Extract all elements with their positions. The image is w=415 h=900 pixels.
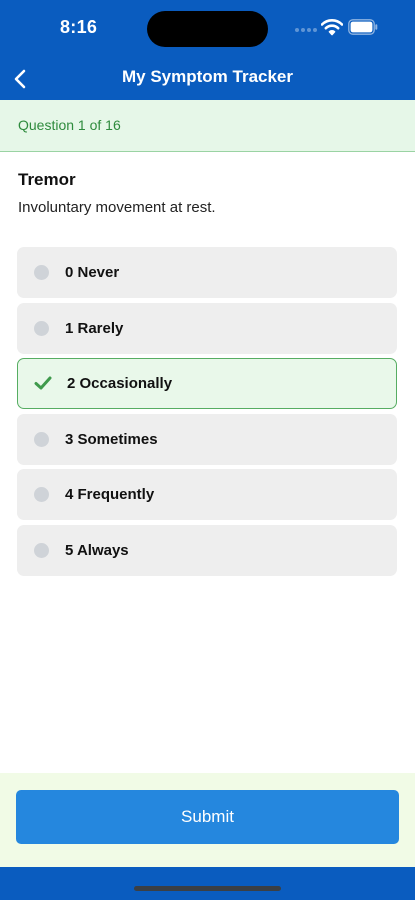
- submit-button[interactable]: Submit: [16, 790, 399, 844]
- option-5-always[interactable]: 5 Always: [17, 524, 397, 576]
- wifi-icon: [321, 19, 343, 36]
- option-label: 4 Frequently: [65, 486, 155, 503]
- radio-unselected-icon: [34, 320, 49, 336]
- home-indicator: [134, 886, 281, 891]
- radio-unselected-icon: [34, 487, 49, 502]
- option-1-rarely[interactable]: 1 Rarely: [17, 302, 397, 354]
- option-label: 0 Never: [65, 264, 120, 281]
- option-label: 5 Always: [65, 541, 129, 559]
- question-progress-text: Question 1 of 16: [18, 117, 121, 133]
- option-3-sometimes[interactable]: 3 Sometimes: [17, 413, 397, 465]
- option-0-never[interactable]: 0 Never: [17, 247, 397, 298]
- option-2-occasionally[interactable]: 2 Occasionally: [17, 358, 397, 409]
- battery-icon: [348, 19, 378, 35]
- option-label: 2 Occasionally: [67, 375, 173, 392]
- answer-options-list: 0 Never 1 Rarely 2 Occasionally 3 Someti…: [17, 247, 397, 580]
- question-description: Involuntary movement at rest.: [18, 199, 216, 216]
- radio-unselected-icon: [34, 542, 49, 558]
- footer: Submit: [0, 773, 415, 867]
- bottom-bar: [0, 867, 415, 900]
- question-title: Tremor: [18, 170, 76, 189]
- app-header: 8:16 My Symptom Tracker: [0, 0, 415, 100]
- page-title: My Symptom Tracker: [121, 67, 293, 86]
- radio-unselected-icon: [34, 265, 49, 280]
- dynamic-island: [147, 11, 268, 47]
- option-4-frequently[interactable]: 4 Frequently: [17, 469, 397, 520]
- question-progress-banner: Question 1 of 16: [0, 100, 415, 152]
- status-time: 8:16: [60, 17, 98, 37]
- radio-unselected-icon: [34, 431, 49, 447]
- option-label: 1 Rarely: [65, 319, 124, 337]
- cellular-signal-icon: [295, 28, 317, 32]
- option-label: 3 Sometimes: [65, 430, 158, 448]
- checkmark-icon: [34, 376, 52, 390]
